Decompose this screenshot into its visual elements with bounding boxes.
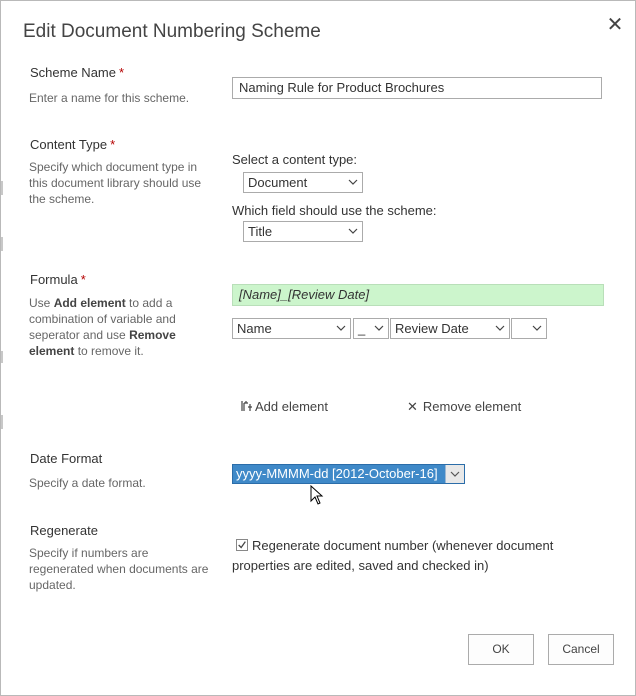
remove-element-button[interactable]: ✕ Remove element xyxy=(407,399,521,415)
formula-desc-bold: Add element xyxy=(53,296,126,310)
date-format-description: Specify a date format. xyxy=(29,476,146,490)
field-select[interactable]: Title xyxy=(243,221,363,242)
background-edge xyxy=(1,351,3,363)
formula-desc-part: Use xyxy=(29,296,54,310)
content-type-label-text: Content Type xyxy=(30,137,108,152)
content-type-label: Content Type * xyxy=(30,137,115,152)
chevron-down-icon xyxy=(495,325,505,331)
field-value: Title xyxy=(248,224,273,239)
chevron-down-icon xyxy=(348,179,358,185)
separator-value: _ xyxy=(358,321,366,336)
content-type-value: Document xyxy=(248,175,308,190)
remove-icon: ✕ xyxy=(407,399,418,414)
mouse-cursor-icon xyxy=(310,485,324,505)
formula-description: Use Add element to add a combination of … xyxy=(29,295,201,359)
chevron-down-icon xyxy=(374,325,384,331)
required-mark: * xyxy=(80,272,86,287)
date-format-label: Date Format xyxy=(30,451,103,466)
date-format-value: yyyy-MMMM-dd [2012-October-16] xyxy=(236,466,438,481)
chevron-down-icon xyxy=(532,325,542,331)
regenerate-checkbox-label[interactable]: Regenerate document number (whenever doc… xyxy=(232,536,572,576)
chevron-down-icon xyxy=(450,471,460,477)
scheme-name-label-text: Scheme Name xyxy=(30,65,116,80)
dialog-title: Edit Document Numbering Scheme xyxy=(23,21,321,42)
background-edge xyxy=(1,181,3,195)
formula-label-text: Formula xyxy=(30,272,78,287)
formula-element-value: Review Date xyxy=(395,321,469,336)
close-icon[interactable]: ✕ xyxy=(605,15,625,35)
select-content-type-label: Select a content type: xyxy=(232,152,358,167)
remove-element-label: Remove element xyxy=(422,399,522,414)
add-element-button[interactable]: Add element xyxy=(241,399,328,414)
cancel-button[interactable]: Cancel xyxy=(548,634,614,665)
scheme-name-input[interactable]: Naming Rule for Product Brochures xyxy=(232,77,602,99)
separator-select[interactable] xyxy=(511,318,547,339)
formula-desc-part: to remove it. xyxy=(74,344,144,358)
field-select-label: Which field should use the scheme: xyxy=(232,203,437,218)
required-mark: * xyxy=(118,65,125,80)
required-mark: * xyxy=(110,137,116,152)
edit-scheme-dialog: Edit Document Numbering Scheme ✕ Scheme … xyxy=(0,0,636,696)
add-element-icon xyxy=(241,401,252,411)
formula-element-value: Name xyxy=(237,321,272,336)
formula-preview: [Name]_[Review Date] xyxy=(232,284,604,306)
date-format-select[interactable]: yyyy-MMMM-dd [2012-October-16] xyxy=(232,464,465,484)
formula-element-select[interactable]: Name xyxy=(232,318,351,339)
formula-element-select[interactable]: Review Date xyxy=(390,318,510,339)
regenerate-label: Regenerate xyxy=(30,523,98,538)
scheme-name-label: Scheme Name * xyxy=(30,65,124,80)
formula-label: Formula * xyxy=(30,272,86,287)
add-element-label: Add element xyxy=(255,399,328,414)
ok-button[interactable]: OK xyxy=(468,634,534,665)
scheme-name-description: Enter a name for this scheme. xyxy=(29,91,190,105)
chevron-down-icon xyxy=(336,325,346,331)
content-type-select[interactable]: Document xyxy=(243,172,363,193)
regenerate-description: Specify if numbers are regenerated when … xyxy=(29,546,209,592)
background-edge xyxy=(1,237,3,251)
content-type-description: Specify which document type in this docu… xyxy=(29,160,202,206)
background-edge xyxy=(1,415,3,429)
date-format-dropdown-button[interactable] xyxy=(445,465,464,483)
chevron-down-icon xyxy=(348,228,358,234)
separator-select[interactable]: _ xyxy=(353,318,389,339)
